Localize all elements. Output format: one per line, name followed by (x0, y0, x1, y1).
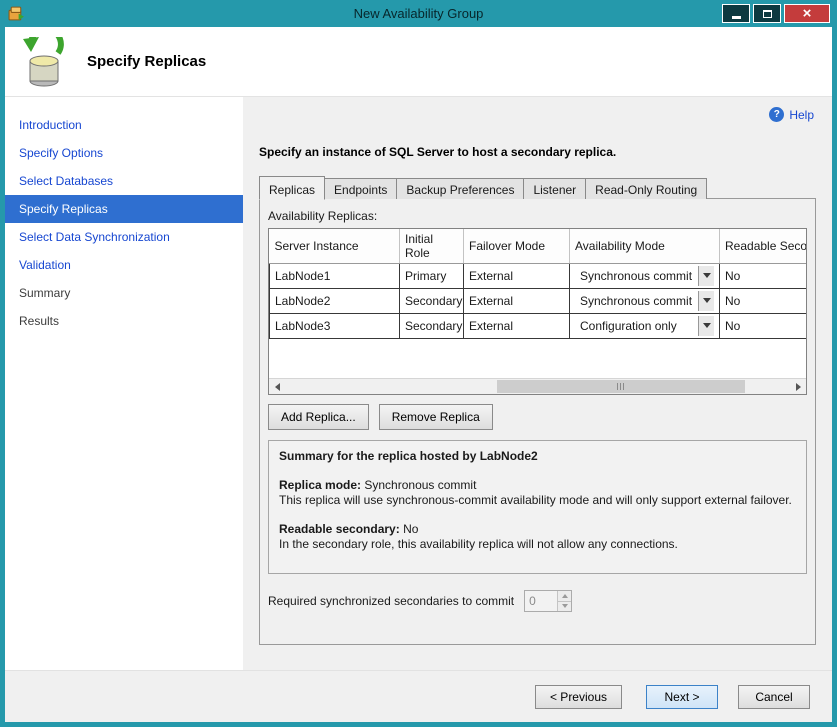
sidebar-item-results: Results (5, 307, 243, 335)
cell-server-instance[interactable]: LabNode3 (270, 313, 400, 338)
stepper-value[interactable]: 0 (525, 591, 557, 611)
tab-read-only-routing[interactable]: Read-Only Routing (585, 178, 707, 199)
grid-caption: Availability Replicas: (268, 209, 807, 223)
help-label: Help (789, 108, 814, 122)
footer-bar: < Previous Next > Cancel (5, 670, 832, 722)
cell-failover-mode[interactable]: External (464, 288, 570, 313)
sidebar-item-specify-options[interactable]: Specify Options (5, 139, 243, 167)
chevron-down-icon[interactable] (698, 316, 714, 336)
grip-icon (617, 383, 625, 390)
stepper-down-icon[interactable] (558, 601, 571, 612)
cell-initial-role[interactable]: Secondary (400, 288, 464, 313)
help-link[interactable]: ? Help (769, 107, 814, 122)
column-header-readable-secondary[interactable]: Readable Secondary (720, 229, 808, 263)
cell-initial-role[interactable]: Primary (400, 263, 464, 288)
previous-button[interactable]: < Previous (535, 685, 622, 709)
tab-replicas[interactable]: Replicas (259, 176, 325, 200)
sidebar-item-select-databases[interactable]: Select Databases (5, 167, 243, 195)
cell-readable-secondary[interactable]: No (720, 313, 808, 338)
cell-failover-mode[interactable]: External (464, 313, 570, 338)
column-header-initial-role[interactable]: Initial Role (400, 229, 464, 263)
cell-server-instance[interactable]: LabNode2 (270, 288, 400, 313)
readable-secondary-label: Readable secondary: (279, 522, 400, 536)
scrollbar-track[interactable] (285, 379, 790, 394)
chevron-down-icon[interactable] (698, 291, 714, 311)
help-icon: ? (769, 107, 784, 122)
availability-replicas-grid: Server Instance Initial Role Failover Mo… (268, 228, 807, 395)
cell-readable-secondary[interactable]: No (720, 288, 808, 313)
column-header-failover-mode[interactable]: Failover Mode (464, 229, 570, 263)
required-secondaries-label: Required synchronized secondaries to com… (268, 594, 514, 608)
availability-mode-dropdown[interactable]: Synchronous commit (570, 288, 720, 313)
close-icon: × (803, 6, 812, 21)
tab-backup-preferences[interactable]: Backup Preferences (396, 178, 524, 199)
close-button[interactable]: × (784, 4, 830, 23)
replica-summary-panel: Summary for the replica hosted by LabNod… (268, 440, 807, 574)
main-panel: ? Help Specify an instance of SQL Server… (243, 97, 832, 670)
title-bar[interactable]: New Availability Group × (5, 0, 832, 27)
replica-mode-description: This replica will use synchronous-commit… (279, 493, 796, 508)
availability-group-icon (21, 37, 67, 87)
sidebar-item-validation[interactable]: Validation (5, 251, 243, 279)
availability-mode-dropdown[interactable]: Configuration only (570, 313, 720, 338)
required-secondaries-stepper[interactable]: 0 (524, 590, 572, 612)
column-header-server-instance[interactable]: Server Instance (270, 229, 400, 263)
dialog-window: New Availability Group × Specify Replica… (0, 0, 837, 727)
maximize-button[interactable] (753, 4, 781, 23)
maximize-icon (763, 10, 772, 18)
grid-header-row: Server Instance Initial Role Failover Mo… (270, 229, 808, 263)
cell-readable-secondary[interactable]: No (720, 263, 808, 288)
horizontal-scrollbar[interactable] (269, 378, 806, 394)
table-row[interactable]: LabNode3 Secondary External Configuratio… (270, 313, 808, 338)
table-row[interactable]: LabNode1 Primary External Synchronous co… (270, 263, 808, 288)
sidebar-item-select-data-sync[interactable]: Select Data Synchronization (5, 223, 243, 251)
cell-failover-mode[interactable]: External (464, 263, 570, 288)
table-row[interactable]: LabNode2 Secondary External Synchronous … (270, 288, 808, 313)
add-replica-button[interactable]: Add Replica... (268, 404, 369, 430)
scroll-right-icon[interactable] (790, 379, 806, 394)
cell-server-instance[interactable]: LabNode1 (270, 263, 400, 288)
wizard-header: Specify Replicas (5, 27, 832, 97)
remove-replica-button[interactable]: Remove Replica (379, 404, 493, 430)
replica-mode-label: Replica mode: (279, 478, 361, 492)
sidebar-item-specify-replicas[interactable]: Specify Replicas (5, 195, 243, 223)
readable-secondary-description: In the secondary role, this availability… (279, 537, 796, 552)
tab-listener[interactable]: Listener (523, 178, 586, 199)
column-header-availability-mode[interactable]: Availability Mode (570, 229, 720, 263)
window-title: New Availability Group (5, 6, 832, 21)
instruction-text: Specify an instance of SQL Server to hos… (259, 145, 816, 159)
summary-title: Summary for the replica hosted by LabNod… (279, 449, 796, 464)
scrollbar-thumb[interactable] (497, 380, 744, 393)
chevron-down-icon[interactable] (698, 266, 714, 286)
readable-secondary-value: No (403, 522, 418, 536)
cancel-button[interactable]: Cancel (738, 685, 810, 709)
replicas-tab-panel: Availability Replicas: Server Instance I… (259, 198, 816, 645)
page-title: Specify Replicas (87, 53, 206, 70)
sidebar-item-introduction[interactable]: Introduction (5, 111, 243, 139)
minimize-button[interactable] (722, 4, 750, 23)
wizard-steps-sidebar: Introduction Specify Options Select Data… (5, 97, 243, 670)
replica-mode-value: Synchronous commit (364, 478, 476, 492)
cell-initial-role[interactable]: Secondary (400, 313, 464, 338)
next-button[interactable]: Next > (646, 685, 718, 709)
sidebar-item-summary: Summary (5, 279, 243, 307)
stepper-up-icon[interactable] (558, 591, 571, 601)
scroll-left-icon[interactable] (269, 379, 285, 394)
minimize-icon (732, 16, 741, 19)
tab-bar: Replicas Endpoints Backup Preferences Li… (259, 175, 816, 199)
availability-mode-dropdown[interactable]: Synchronous commit (570, 263, 720, 288)
tab-endpoints[interactable]: Endpoints (324, 178, 397, 199)
